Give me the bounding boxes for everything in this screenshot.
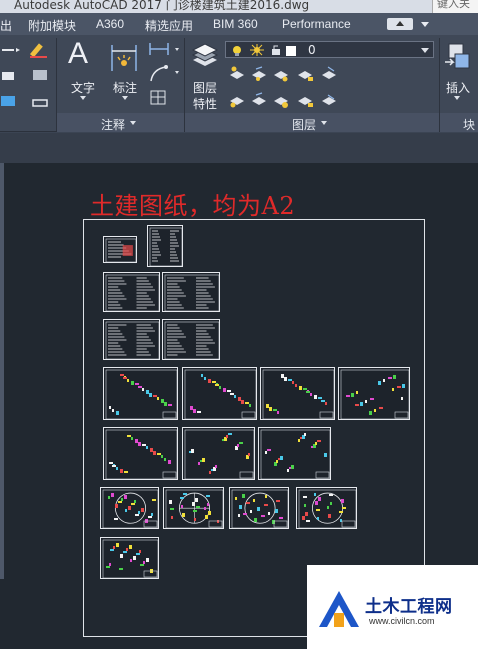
layer-dropdown[interactable]: 0 xyxy=(225,41,434,58)
chevron-down-icon[interactable] xyxy=(321,121,327,125)
drawing-sheet[interactable] xyxy=(338,367,410,420)
text-icon[interactable]: A xyxy=(68,37,88,71)
insert-block-icon[interactable] xyxy=(443,42,473,72)
drawing-sheet[interactable] xyxy=(163,487,224,529)
modify-tools-icon[interactable] xyxy=(0,40,56,110)
ribbon-minimize-button[interactable] xyxy=(387,18,413,30)
tab-a360[interactable]: A360 xyxy=(96,17,124,31)
text-button-label[interactable]: 文字 xyxy=(71,79,95,96)
chevron-down-icon[interactable] xyxy=(421,48,429,53)
ribbon-panels: A 文字 标注 注释 图层 特性 0 图层 插入 块 xyxy=(0,35,478,132)
drawing-sheet[interactable] xyxy=(103,236,137,263)
annotation-tools-icon[interactable] xyxy=(148,41,182,107)
watermark-name: 土木工程网 xyxy=(365,597,453,617)
window-title: Autodesk AutoCAD 2017 门诊楼建筑土建2016.dwg xyxy=(14,0,310,12)
annotation-panel-title[interactable]: 注释 xyxy=(101,116,125,133)
layer-tools-icons[interactable] xyxy=(228,65,348,111)
chevron-down-icon[interactable] xyxy=(122,96,128,100)
layer-state-icons xyxy=(233,44,296,56)
drawing-sheet[interactable] xyxy=(162,272,220,312)
drawing-sheet[interactable] xyxy=(147,225,183,267)
watermark: 土木工程网 www.civilcn.com xyxy=(307,565,478,649)
current-layer-value: 0 xyxy=(308,43,316,57)
watermark-url: www.civilcn.com xyxy=(369,616,435,626)
chevron-down-icon[interactable] xyxy=(454,96,460,100)
chevron-down-icon[interactable] xyxy=(80,96,86,100)
drawing-sheet[interactable] xyxy=(182,367,257,420)
layers-panel-title[interactable]: 图层 xyxy=(292,116,316,133)
file-tab-strip xyxy=(0,133,478,163)
drawing-sheet[interactable] xyxy=(258,427,331,480)
drawing-sheet[interactable] xyxy=(100,487,159,529)
block-panel-title[interactable]: 块 xyxy=(463,116,475,133)
tab-performance[interactable]: Performance xyxy=(282,17,351,31)
drawing-sheet[interactable] xyxy=(103,367,178,420)
layer-properties-label-2[interactable]: 特性 xyxy=(193,95,217,112)
tab-addins[interactable]: 附加模块 xyxy=(28,17,76,34)
drawing-sheet[interactable] xyxy=(100,537,159,579)
drawing-sheet[interactable] xyxy=(296,487,357,529)
chevron-down-icon[interactable] xyxy=(130,121,136,125)
drawing-sheet[interactable] xyxy=(229,487,289,529)
title-bar: Autodesk AutoCAD 2017 门诊楼建筑土建2016.dwg 键入… xyxy=(0,0,478,13)
drawing-sheet[interactable] xyxy=(182,427,255,480)
search-input[interactable]: 键入关 xyxy=(432,0,478,13)
viewport-edge xyxy=(0,163,4,579)
insert-button-label[interactable]: 插入 xyxy=(446,79,470,96)
drawing-sheet[interactable] xyxy=(260,367,335,420)
drawing-sheet[interactable] xyxy=(162,319,220,360)
tab-featured-apps[interactable]: 精选应用 xyxy=(145,17,193,34)
drawing-sheet[interactable] xyxy=(103,319,160,360)
tab-bim360[interactable]: BIM 360 xyxy=(213,17,258,31)
dimension-icon[interactable] xyxy=(109,43,139,73)
chevron-down-icon[interactable] xyxy=(421,22,429,27)
layer-properties-icon[interactable] xyxy=(191,42,219,70)
drawing-sheet[interactable] xyxy=(103,272,160,312)
dimension-button-label[interactable]: 标注 xyxy=(113,79,137,96)
layer-properties-label-1[interactable]: 图层 xyxy=(193,79,217,96)
civilcn-logo-icon xyxy=(319,591,359,627)
tab-output[interactable]: 出 xyxy=(0,17,12,34)
ribbon-tabs: 出 附加模块 A360 精选应用 BIM 360 Performance xyxy=(0,13,478,35)
drawing-sheet[interactable] xyxy=(103,427,178,480)
drawing-note: 土建图纸，均为A2 xyxy=(90,192,296,220)
